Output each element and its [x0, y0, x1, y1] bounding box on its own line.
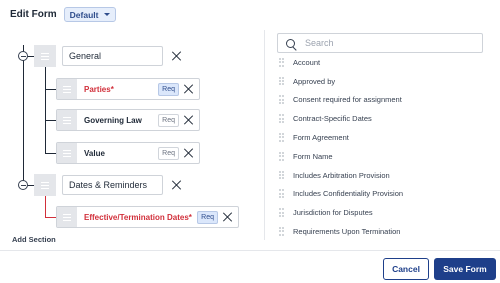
required-toggle-badge[interactable]: Req	[158, 146, 179, 160]
field-card-value[interactable]: Value Req	[56, 142, 200, 164]
remove-section-icon[interactable]	[170, 49, 184, 63]
available-field-item[interactable]: Account	[279, 53, 403, 72]
field-name: Governing Law	[84, 115, 142, 125]
cancel-button[interactable]: Cancel	[383, 258, 429, 280]
panel-divider	[264, 30, 265, 240]
drag-handle-icon[interactable]	[57, 110, 77, 130]
collapse-toggle-general[interactable]	[18, 51, 28, 61]
required-toggle-badge[interactable]: Req	[158, 113, 179, 127]
available-field-item[interactable]: Contract-Specific Dates	[279, 109, 403, 128]
available-field-item[interactable]: Includes Confidentiality Provision	[279, 185, 403, 204]
section-row-general: General	[34, 45, 184, 67]
field-card-parties[interactable]: Parties* Req	[56, 78, 200, 100]
available-field-item[interactable]: Consent required for assignment	[279, 91, 403, 110]
available-field-item[interactable]: Jurisdiction for Disputes	[279, 203, 403, 222]
remove-field-icon[interactable]	[183, 147, 195, 159]
drag-handle-icon[interactable]	[57, 207, 77, 227]
required-toggle-badge[interactable]: Req	[197, 210, 218, 224]
section-name-input[interactable]: Dates & Reminders	[62, 175, 163, 195]
form-variant-dropdown[interactable]: Default	[63, 7, 117, 22]
drag-handle-icon[interactable]	[34, 45, 56, 67]
drag-grip-icon	[279, 57, 284, 67]
tree-line	[23, 45, 24, 185]
drag-grip-icon	[279, 114, 284, 123]
drag-grip-icon	[279, 151, 284, 161]
drag-grip-icon	[279, 76, 284, 86]
remove-field-icon[interactable]	[183, 114, 195, 126]
form-header: Edit Form Default	[10, 7, 117, 22]
drag-handle-icon[interactable]	[57, 143, 77, 163]
tree-line	[45, 89, 56, 90]
search-input[interactable]	[305, 38, 465, 48]
section-row-dates-reminders: Dates & Reminders	[34, 174, 184, 196]
drag-grip-icon	[279, 95, 284, 105]
dropdown-value: Default	[69, 9, 99, 20]
drag-grip-icon	[279, 189, 284, 199]
drag-grip-icon	[279, 227, 284, 236]
field-name: Parties*	[84, 84, 114, 94]
tree-line-required	[45, 217, 56, 218]
drag-handle-icon[interactable]	[34, 174, 56, 196]
available-field-item[interactable]: Form Agreement	[279, 128, 403, 147]
drag-grip-icon	[279, 170, 284, 180]
remove-section-icon[interactable]	[170, 178, 184, 192]
drag-grip-icon	[279, 208, 284, 217]
remove-field-icon[interactable]	[183, 83, 195, 95]
tree-line-required	[45, 196, 46, 217]
remove-field-icon[interactable]	[222, 211, 234, 223]
chevron-down-icon	[104, 13, 111, 16]
footer-divider	[0, 250, 500, 251]
field-card-effective-termination-dates[interactable]: Effective/Termination Dates* Req	[56, 206, 239, 228]
available-field-item[interactable]: Approved by	[279, 72, 403, 91]
add-section-link[interactable]: Add Section	[12, 235, 56, 244]
tree-line	[45, 67, 46, 153]
page-title: Edit Form	[10, 9, 57, 20]
available-fields-list: Account Approved by Consent required for…	[279, 53, 403, 241]
section-name-input[interactable]: General	[62, 46, 163, 66]
field-card-governing-law[interactable]: Governing Law Req	[56, 109, 200, 131]
tree-line	[45, 153, 56, 154]
drag-grip-icon	[279, 133, 284, 142]
drag-handle-icon[interactable]	[57, 79, 77, 99]
available-field-item[interactable]: Includes Arbitration Provision	[279, 166, 403, 185]
tree-line	[45, 120, 56, 121]
collapse-toggle-dates[interactable]	[18, 180, 28, 190]
search-icon	[286, 38, 295, 48]
field-search[interactable]	[277, 33, 483, 53]
field-name: Value	[84, 148, 105, 158]
required-toggle-badge[interactable]: Req	[158, 82, 179, 96]
available-field-item[interactable]: Form Name	[279, 147, 403, 166]
save-form-button[interactable]: Save Form	[434, 258, 496, 280]
field-name: Effective/Termination Dates*	[84, 212, 192, 222]
available-field-item[interactable]: Requirements Upon Termination	[279, 222, 403, 241]
